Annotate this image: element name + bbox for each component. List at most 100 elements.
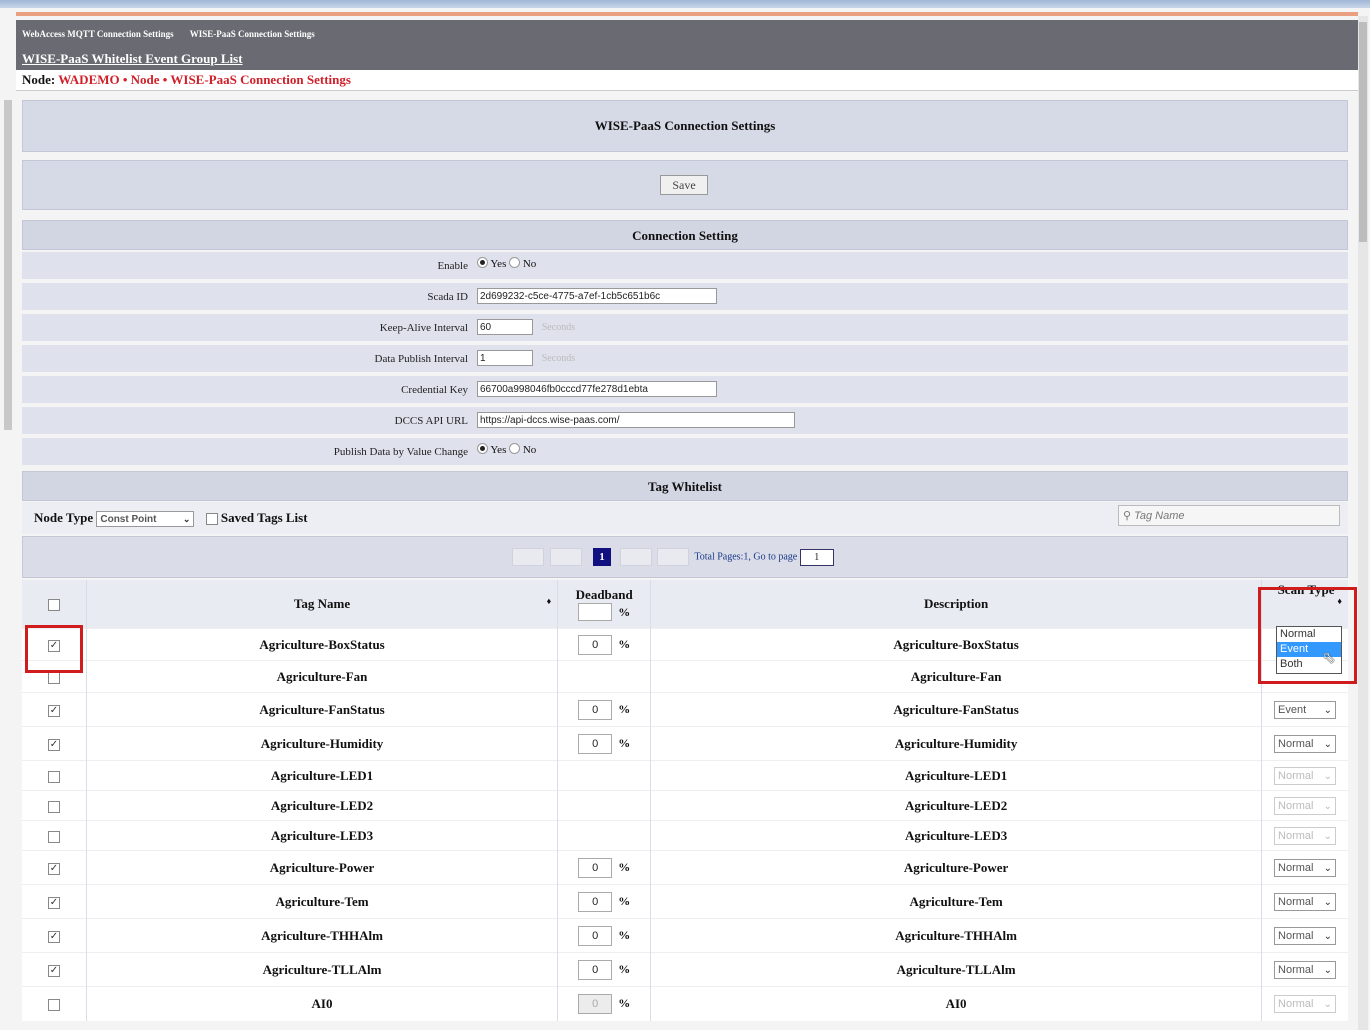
table-row: Agriculture-LED3 Agriculture-LED3 Normal ⌄ [22,820,1348,851]
setting-publish-interval: Data Publish Interval Seconds [22,345,1348,374]
table-header-row: Tag Name ♦ Deadband % Description Scan T… [22,580,1348,629]
page-total-text: Total Pages:1, Go to page [694,551,798,563]
nav-wisepaas-settings[interactable]: WISE-PaaS Connection Settings [190,29,315,39]
row-checkbox[interactable] [47,998,60,1011]
accent-line [16,12,1358,16]
current-page[interactable]: 1 [593,548,611,566]
keep-alive-input[interactable] [477,319,533,335]
scan-type-cell: Normal ⌄ [1261,850,1348,885]
deadband-input[interactable]: 0 [578,699,613,720]
row-select-cell [22,820,87,851]
description-header: Description [650,580,1263,629]
deadband-input[interactable]: 0 [578,891,613,912]
node-type-select[interactable]: Const Point ⌄ [96,511,195,528]
deadband-input[interactable]: 0 [578,634,613,655]
next-page-button[interactable] [619,548,652,566]
deadband-input[interactable]: 0 [578,733,613,754]
save-button[interactable]: Save [660,175,708,195]
enable-yes-radio[interactable] [477,257,488,268]
row-checkbox[interactable] [47,830,60,843]
row-checkbox[interactable]: ✓ [47,964,60,977]
row-checkbox[interactable] [47,770,60,783]
deadband-header: Deadband % [557,580,652,629]
deadband-input[interactable]: 0 [578,925,613,946]
table-row: Agriculture-LED2 Agriculture-LED2 Normal ⌄ [22,790,1348,821]
pagination: 1 Total Pages:1, Go to page 1 [512,548,834,566]
credential-value [477,381,717,397]
deadband-all-input[interactable] [578,603,613,621]
deadband-header-label: Deadband [575,586,633,602]
deadband-input[interactable]: 0 [578,959,613,980]
scan-type-cell: Normal ⌄ [1261,790,1348,821]
scan-type-select[interactable]: Normal ⌄ [1274,826,1337,845]
scan-type-select[interactable]: Normal ⌄ [1274,734,1337,753]
description-cell: Agriculture-Humidity [650,726,1263,761]
percent-label: % [618,894,631,908]
scrollbar-thumb[interactable] [1359,22,1367,242]
table-row: ✓ Agriculture-THHAlm 0% Agriculture-THHAlm N… [22,918,1348,953]
publish-interval-unit: Seconds [541,352,576,364]
publish-interval-input[interactable] [477,350,533,366]
scan-type-select[interactable]: Normal ⌄ [1274,796,1337,815]
select-all-checkbox[interactable] [47,599,60,612]
breadcrumb-path[interactable]: WADEMO • Node • WISE-PaaS Connection Set… [58,72,351,87]
whitelist-event-group-link[interactable]: WISE-PaaS Whitelist Event Group List [22,51,243,67]
publish-change-yes-label: Yes [490,444,507,456]
goto-page-input[interactable]: 1 [799,548,834,566]
scan-type-cell: Normal ⌄ [1261,986,1348,1021]
description-cell: Agriculture-TLLAlm [650,952,1263,987]
tag-name-cell: Agriculture-LED2 [86,790,559,821]
credential-input[interactable] [477,381,717,397]
tag-name-cell: Agriculture-TLLAlm [86,952,559,987]
row-checkbox[interactable] [47,671,60,684]
table-row: ✓ Agriculture-TLLAlm 0% Agriculture-TLLAlm N… [22,952,1348,987]
scan-type-select[interactable]: Normal ⌄ [1274,892,1337,911]
scan-type-select[interactable]: Normal ⌄ [1274,994,1337,1013]
breadcrumb-label: Node: [22,72,56,87]
nav-mqtt-settings[interactable]: WebAccess MQTT Connection Settings [22,29,174,39]
row-checkbox[interactable]: ✓ [47,930,60,943]
node-type-group: Node Type Const Point ⌄ Saved Tags List [34,510,308,528]
scan-type-value: Normal [1278,769,1314,782]
tag-name-cell: Agriculture-Fan [86,660,559,693]
dccs-input[interactable] [477,412,795,428]
row-checkbox[interactable]: ✓ [47,862,60,875]
tag-name-header[interactable]: Tag Name ♦ [86,580,559,629]
row-checkbox[interactable]: ✓ [47,704,60,717]
scan-type-select[interactable]: Normal ⌄ [1274,766,1337,785]
scan-type-select[interactable]: Normal ⌄ [1274,926,1337,945]
description-cell: Agriculture-THHAlm [650,918,1263,953]
publish-change-no-radio[interactable] [509,443,521,454]
enable-no-radio[interactable] [509,257,521,268]
percent-label: % [618,736,631,750]
chevron-down-icon: ⌄ [1323,930,1333,942]
scada-id-input[interactable] [477,288,717,304]
saved-tags-checkbox[interactable] [205,513,218,526]
last-page-button[interactable] [657,548,689,566]
dccs-label: DCCS API URL [394,415,468,427]
row-select-cell [22,790,87,821]
publish-interval-value: Seconds [477,350,575,366]
select-all-header [22,580,87,629]
deadband-input[interactable]: 0 [578,993,613,1014]
scan-type-select[interactable]: Normal ⌄ [1274,858,1337,877]
tag-name-search[interactable]: ⚲ Tag Name [1118,505,1340,526]
row-checkbox[interactable] [47,800,60,813]
scan-type-cell: Event ⌄ [1261,692,1348,727]
scan-type-select[interactable]: Event ⌄ [1274,700,1337,719]
sort-icon[interactable]: ♦ [547,596,552,606]
scan-option-normal[interactable]: Normal [1277,627,1341,642]
table-row: AI0 0% AI0 Normal ⌄ [22,986,1348,1021]
deadband-input[interactable]: 0 [578,857,613,878]
deadband-cell: 0% [557,918,652,953]
row-checkbox[interactable]: ✓ [47,738,60,751]
row-checkbox[interactable]: ✓ [47,896,60,909]
publish-change-yes-radio[interactable] [477,443,488,454]
prev-page-button[interactable] [549,548,582,566]
first-page-button[interactable] [512,548,544,566]
scan-type-select[interactable]: Normal ⌄ [1274,960,1337,979]
row-select-cell: ✓ [22,884,87,919]
enable-yes-label: Yes [490,258,507,270]
publish-interval-label: Data Publish Interval [374,353,468,365]
description-cell: Agriculture-LED3 [650,820,1263,851]
